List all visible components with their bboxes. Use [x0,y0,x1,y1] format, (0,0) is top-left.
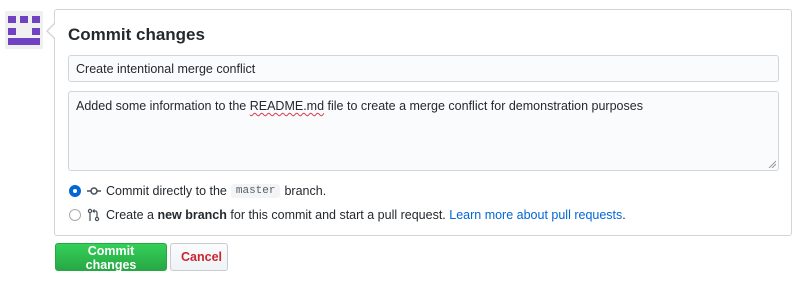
commit-form: Commit changes Added some information to… [46,9,792,236]
description-text-before: Added some information to the [76,99,250,113]
commit-directly-option[interactable]: Commit directly to the master branch. [69,182,326,200]
new-branch-text-middle: for this commit and start a pull request… [230,208,446,222]
new-branch-option[interactable]: Create a new branch for this commit and … [69,206,626,224]
commit-description-textarea[interactable]: Added some information to the README.md … [68,91,779,171]
git-pull-request-icon [87,208,100,222]
commit-changes-button[interactable]: Commit changes [55,243,167,272]
new-branch-radio[interactable] [69,209,81,221]
avatar [5,11,43,49]
cancel-button[interactable]: Cancel [170,243,228,271]
resize-grip-icon[interactable] [768,160,776,168]
commit-summary-input[interactable] [68,55,779,82]
git-commit-icon [87,187,101,195]
commit-form-title: Commit changes [68,25,205,44]
commit-directly-text: Commit directly to the [106,184,227,198]
branch-name-badge: master [230,184,281,198]
commit-directly-radio[interactable] [69,185,81,197]
description-misspelled-word: README.md [249,99,325,113]
pull-requests-help-link[interactable]: Learn more about pull requests [449,208,622,222]
commit-directly-text-after: branch. [284,184,327,198]
description-text-after: file to create a merge conflict for demo… [324,99,643,113]
new-branch-bold: new branch [157,208,227,222]
new-branch-text-before: Create a [106,208,154,222]
new-branch-text-after: . [622,208,626,222]
